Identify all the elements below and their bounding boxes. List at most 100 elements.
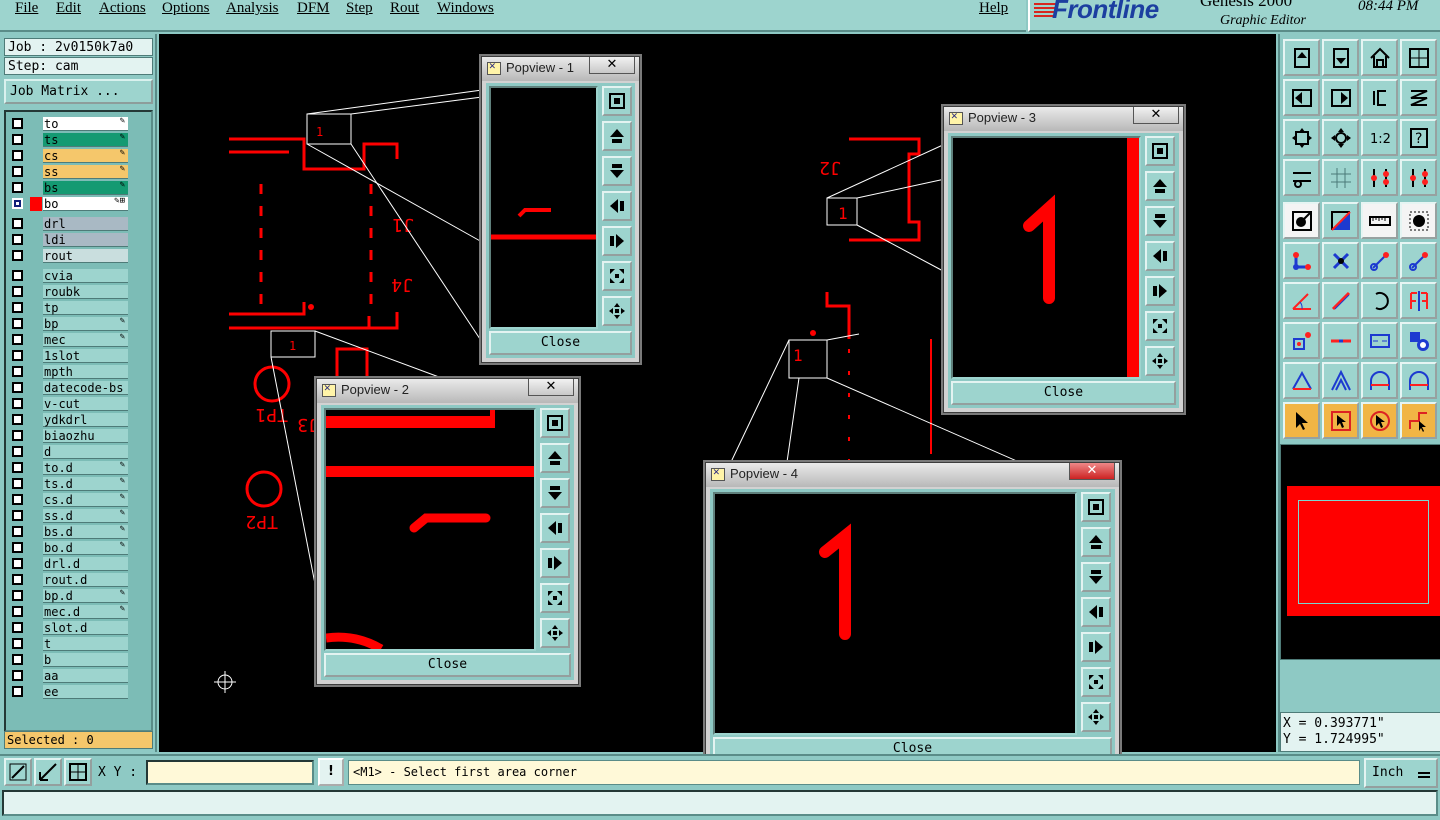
layer-checkbox[interactable] <box>12 270 23 281</box>
layer-name[interactable]: rout <box>43 249 128 263</box>
layer-row[interactable]: bo.d ✎ <box>8 540 128 556</box>
layer-checkbox[interactable] <box>12 590 23 601</box>
popview-1-close-button[interactable]: Close <box>489 331 632 355</box>
window-icon[interactable] <box>1400 39 1437 76</box>
layer-checkbox[interactable] <box>12 526 23 537</box>
layer-row[interactable]: cs ✎ <box>8 148 128 164</box>
layer-name[interactable]: cs.d <box>43 493 128 507</box>
layer-checkbox[interactable] <box>12 218 23 229</box>
layer-name[interactable]: 1slot <box>43 349 128 363</box>
layer-checkbox[interactable] <box>12 302 23 313</box>
layer-row[interactable]: bp ✎ <box>8 316 128 332</box>
peak-icon[interactable] <box>1322 362 1359 399</box>
popview-4-view[interactable] <box>713 492 1077 735</box>
popview-3-close-icon[interactable]: ✕ <box>1133 107 1179 124</box>
layer-down-icon[interactable] <box>1322 39 1359 76</box>
popview-1-close-icon[interactable]: ✕ <box>589 57 635 74</box>
line-icon[interactable] <box>1322 282 1359 319</box>
layer-row[interactable]: bs ✎ <box>8 180 128 196</box>
ruler-icon[interactable] <box>1361 202 1398 239</box>
layer-row[interactable]: aa <box>8 668 128 684</box>
layer-row[interactable]: bo ✎⊞ <box>8 196 128 212</box>
layer-name[interactable]: roubk <box>43 285 128 299</box>
layer-checkbox[interactable] <box>12 350 23 361</box>
layer-row[interactable]: ldi <box>8 232 128 248</box>
pv-up-icon[interactable] <box>1145 171 1175 201</box>
layer-name[interactable]: cvia <box>43 269 128 283</box>
layer-row[interactable]: mec.d ✎ <box>8 604 128 620</box>
segment-icon[interactable] <box>1322 322 1359 359</box>
layer-row[interactable]: cvia <box>8 268 128 284</box>
layer-row[interactable]: 1slot <box>8 348 128 364</box>
menu-help[interactable]: Help <box>979 0 1008 17</box>
group-icon[interactable] <box>1400 322 1437 359</box>
menu-options[interactable]: Options <box>162 0 210 17</box>
layer-row[interactable]: slot.d <box>8 620 128 636</box>
pv-fit-icon[interactable] <box>602 86 632 116</box>
layer-name[interactable]: mec.d <box>43 605 128 619</box>
layer-name[interactable]: ee <box>43 685 128 699</box>
layer-checkbox[interactable] <box>12 558 23 569</box>
layer-row[interactable]: rout.d <box>8 572 128 588</box>
menu-analysis[interactable]: Analysis <box>226 0 279 17</box>
connect-icon[interactable] <box>1283 242 1320 279</box>
layer-name[interactable]: bs.d <box>43 525 128 539</box>
layer-row[interactable]: ts ✎ <box>8 132 128 148</box>
layer-row[interactable]: drl.d <box>8 556 128 572</box>
layer-name[interactable]: biaozhu <box>43 429 128 443</box>
triangle-icon[interactable] <box>1283 362 1320 399</box>
measure-tool-icon[interactable] <box>34 758 62 786</box>
layer-name[interactable]: ydkdrl <box>43 413 128 427</box>
layer-checkbox[interactable] <box>12 462 23 473</box>
layer-checkbox[interactable] <box>12 398 23 409</box>
snap-alt-icon[interactable] <box>1400 159 1437 196</box>
layer-row[interactable]: ts.d ✎ <box>8 476 128 492</box>
layer-name[interactable]: bp <box>43 317 128 331</box>
menu-windows[interactable]: Windows <box>437 0 494 17</box>
arch-icon[interactable] <box>1361 362 1398 399</box>
grid-icon[interactable] <box>1322 159 1359 196</box>
layer-checkbox[interactable] <box>12 318 23 329</box>
undo-view-icon[interactable] <box>1361 79 1398 116</box>
popview-2-titlebar[interactable]: Popview - 2 ✕ <box>317 379 578 403</box>
pv-zoom-in-icon[interactable] <box>540 583 570 613</box>
layer-checkbox[interactable] <box>12 670 23 681</box>
layer-name[interactable]: d <box>43 445 128 459</box>
popview-1-view[interactable] <box>489 86 598 329</box>
layer-checkbox[interactable] <box>12 150 23 161</box>
layer-checkbox[interactable] <box>12 250 23 261</box>
layer-name[interactable]: ldi <box>43 233 128 247</box>
layer-row[interactable]: t <box>8 636 128 652</box>
layer-checkbox[interactable] <box>12 446 23 457</box>
select-icon[interactable] <box>1283 202 1320 239</box>
pv-right-icon[interactable] <box>540 548 570 578</box>
home-icon[interactable] <box>1361 39 1398 76</box>
layer-row[interactable]: bs.d ✎ <box>8 524 128 540</box>
popview-3-view[interactable] <box>951 136 1141 379</box>
layer-row[interactable]: ss.d ✎ <box>8 508 128 524</box>
layer-row[interactable]: cs.d ✎ <box>8 492 128 508</box>
layer-checkbox[interactable] <box>12 198 23 209</box>
layer-row[interactable]: v-cut <box>8 396 128 412</box>
pv-zoom-in-icon[interactable] <box>602 261 632 291</box>
execute-button[interactable]: ! <box>318 758 344 786</box>
layer-checkbox[interactable] <box>12 606 23 617</box>
menu-rout[interactable]: Rout <box>390 0 419 17</box>
layer-name[interactable]: drl <box>43 217 128 231</box>
pv-down-icon[interactable] <box>1145 206 1175 236</box>
layer-checkbox[interactable] <box>12 494 23 505</box>
layer-name[interactable]: mpth <box>43 365 128 379</box>
layer-checkbox[interactable] <box>12 182 23 193</box>
scale-1-2-icon[interactable]: 1:2 <box>1361 119 1398 156</box>
layer-checkbox[interactable] <box>12 542 23 553</box>
popview-2-close-button[interactable]: Close <box>324 653 571 677</box>
pan-right-icon[interactable] <box>1322 79 1359 116</box>
layer-checkbox[interactable] <box>12 574 23 585</box>
layer-checkbox[interactable] <box>12 286 23 297</box>
menu-step[interactable]: Step <box>346 0 373 17</box>
layer-name[interactable]: ss.d <box>43 509 128 523</box>
overview-preview[interactable] <box>1280 444 1440 660</box>
layer-name[interactable]: to.d <box>43 461 128 475</box>
layer-checkbox[interactable] <box>12 334 23 345</box>
layer-row[interactable]: ydkdrl <box>8 412 128 428</box>
